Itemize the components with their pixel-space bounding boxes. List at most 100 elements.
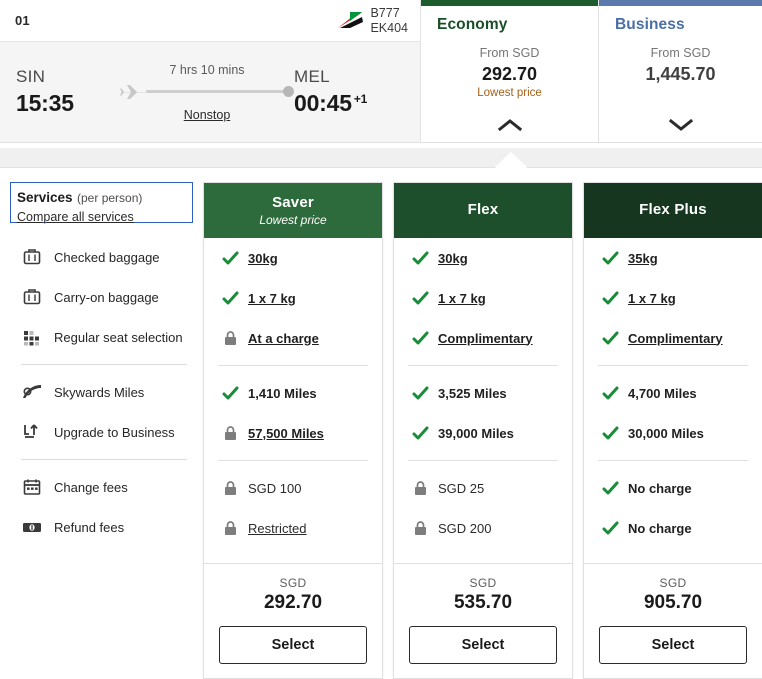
feature-row-refund-fees: SGD 200: [394, 508, 572, 548]
feature-divider: [218, 460, 368, 461]
economy-lowest-price-tag: Lowest price: [477, 87, 542, 100]
service-label: Refund fees: [54, 519, 125, 535]
check-icon: [602, 386, 619, 399]
airline-info: B777 EK404: [336, 6, 408, 36]
feature-value: 39,000 Miles: [438, 425, 514, 441]
timeline-track: [120, 84, 294, 100]
feature-divider: [218, 365, 368, 366]
fare-amount: 292.70: [263, 592, 323, 613]
arrival-time: 00:45 +1: [294, 91, 367, 116]
fare-header-saver: Saver Lowest price: [204, 183, 382, 238]
feature-value[interactable]: Complimentary: [628, 331, 723, 346]
feature-row-skywards-miles: 3,525 Miles: [394, 373, 572, 413]
fare-tagline: Lowest price: [259, 212, 327, 227]
fare-features-flex-plus: 35kg 1 x 7 kg Complimentary 4,700 Miles …: [584, 238, 762, 548]
cabin-tab-economy[interactable]: Economy From SGD 292.70 Lowest price: [421, 0, 599, 143]
fare-name: Flex Plus: [639, 201, 707, 218]
flight-card: 01 B777 EK404 SIN 15:35 7 hrs 10 mins No…: [0, 0, 421, 143]
select-button-flex[interactable]: Select: [409, 626, 557, 664]
service-label: Upgrade to Business: [54, 424, 175, 440]
airplane-icon: [120, 84, 147, 99]
fare-amount: 905.70: [643, 592, 703, 613]
feature-value[interactable]: At a charge: [248, 331, 319, 346]
feature-value[interactable]: 30kg: [438, 251, 468, 266]
fare-footer-flex: SGD 535.70 Select: [394, 563, 572, 678]
lock-icon: [225, 425, 236, 440]
check-icon: [412, 251, 429, 264]
feature-row-upgrade: 57,500 Miles: [204, 413, 382, 453]
select-button-saver[interactable]: Select: [219, 626, 367, 664]
fare-header-flex-plus: Flex Plus: [584, 183, 762, 238]
arrival-time-value: 00:45: [294, 90, 352, 117]
check-icon: [602, 521, 619, 534]
suitcase-icon: [23, 249, 41, 265]
check-icon: [602, 251, 619, 264]
fare-column-flex-plus: Flex Plus 35kg 1 x 7 kg Complimentary 4,…: [583, 182, 762, 679]
expanded-panel-notch: [495, 152, 527, 168]
lock-icon: [225, 330, 236, 345]
feature-value: 3,525 Miles: [438, 385, 507, 401]
feature-value[interactable]: 1 x 7 kg: [248, 291, 296, 306]
select-button-flex-plus[interactable]: Select: [599, 626, 747, 664]
flight-number: EK404: [370, 20, 408, 35]
service-row-refund-fees: Refund fees: [10, 507, 193, 547]
fare-footer-flex-plus: SGD 905.70 Select: [584, 563, 762, 678]
feature-value[interactable]: Restricted: [248, 521, 307, 536]
check-icon: [412, 331, 429, 344]
panel-notch-strip: [0, 148, 762, 168]
services-divider: [21, 364, 187, 365]
feature-value[interactable]: 1 x 7 kg: [628, 291, 676, 306]
feature-row-change-fees: SGD 100: [204, 468, 382, 508]
feature-value[interactable]: 35kg: [628, 251, 658, 266]
feature-row-skywards-miles: 4,700 Miles: [584, 373, 762, 413]
business-price: 1,445.70: [645, 63, 716, 84]
flight-summary-header: 01 B777 EK404 SIN 15:35 7 hrs 10 mins No…: [0, 0, 762, 148]
service-label: Skywards Miles: [54, 384, 145, 400]
check-icon: [222, 291, 239, 304]
economy-price: 292.70: [481, 63, 538, 84]
services-header-box: Services (per person) Compare all servic…: [10, 182, 193, 226]
compare-all-services-link[interactable]: Compare all services: [17, 209, 186, 226]
check-icon: [412, 291, 429, 304]
miles-swoosh-icon: [23, 385, 41, 398]
service-label: Carry-on baggage: [54, 289, 159, 305]
seat-grid-icon: [24, 331, 39, 346]
feature-value: SGD 100: [248, 480, 302, 496]
feature-row-seat-selection: At a charge: [204, 318, 382, 358]
timeline-arrival-dot: [283, 86, 294, 97]
feature-divider: [598, 365, 748, 366]
aircraft-type: B777: [370, 5, 400, 20]
check-icon: [602, 331, 619, 344]
feature-value[interactable]: 30kg: [248, 251, 278, 266]
flight-card-top-row: 01 B777 EK404: [0, 0, 420, 42]
fare-amount: 535.70: [453, 592, 513, 613]
feature-value[interactable]: 57,500 Miles: [248, 426, 324, 441]
lock-icon: [415, 480, 426, 495]
feature-value[interactable]: 1 x 7 kg: [438, 291, 486, 306]
chevron-down-icon[interactable]: [668, 117, 694, 133]
feature-row-refund-fees: No charge: [584, 508, 762, 548]
service-label: Checked baggage: [54, 249, 160, 265]
feature-value[interactable]: Complimentary: [438, 331, 533, 346]
feature-value: SGD 200: [438, 520, 492, 536]
banknote-icon: [23, 523, 41, 532]
economy-price-block: From SGD 292.70 Lowest price: [477, 46, 542, 101]
fare-name: Flex: [467, 201, 499, 218]
feature-value: No charge: [628, 480, 692, 496]
stops-link[interactable]: Nonstop: [184, 108, 231, 122]
feature-value: SGD 25: [438, 480, 485, 496]
feature-row-upgrade: 39,000 Miles: [394, 413, 572, 453]
lock-icon: [225, 520, 236, 535]
feature-row-change-fees: SGD 25: [394, 468, 572, 508]
departure-time: 15:35: [16, 90, 74, 117]
flight-route-row: SIN 15:35 7 hrs 10 mins Nonstop MEL 00:4…: [0, 42, 420, 142]
cabin-tab-business[interactable]: Business From SGD 1,445.70: [599, 0, 762, 143]
cabin-tab-economy-label: Economy: [437, 16, 508, 33]
arrival-day-offset: +1: [353, 91, 368, 106]
feature-value: No charge: [628, 520, 692, 536]
chevron-up-icon[interactable]: [497, 117, 523, 133]
feature-row-seat-selection: Complimentary: [394, 318, 572, 358]
check-icon: [222, 251, 239, 264]
feature-row-refund-fees: Restricted: [204, 508, 382, 548]
fare-column-saver: Saver Lowest price 30kg 1 x 7 kg At a ch…: [203, 182, 383, 679]
